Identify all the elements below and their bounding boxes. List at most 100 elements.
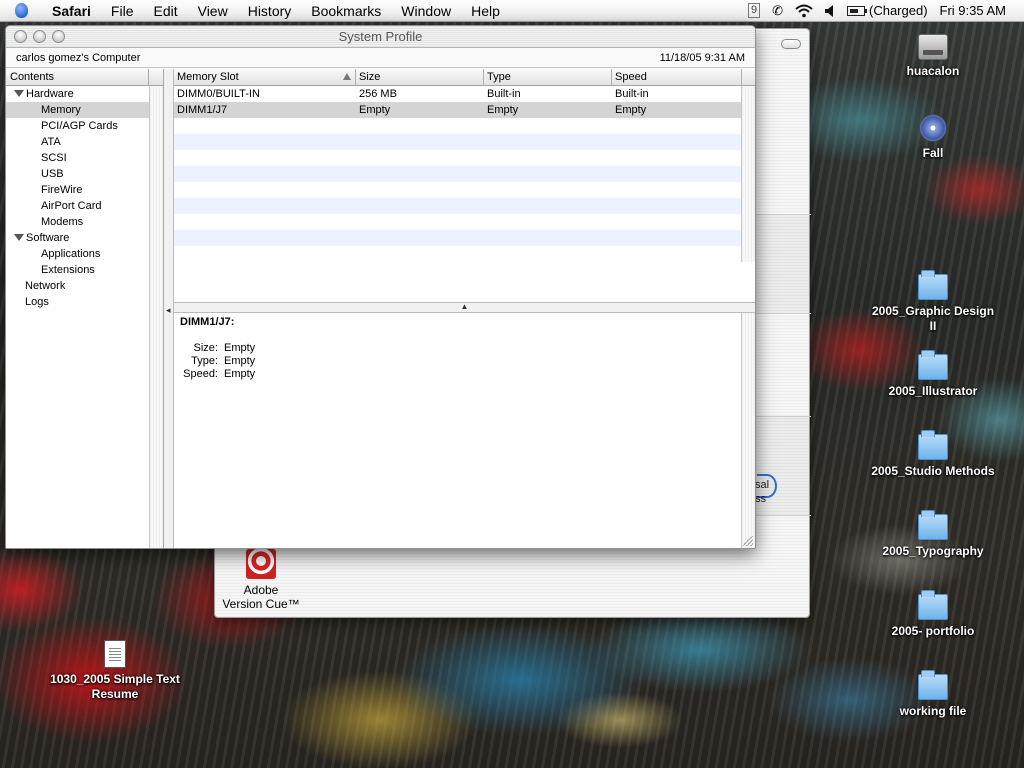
column-header-spacer bbox=[742, 69, 755, 86]
tree-item-scsi[interactable]: SCSI bbox=[6, 150, 149, 166]
table-cell bbox=[484, 134, 612, 150]
detail-field-value: Empty bbox=[224, 342, 256, 354]
wifi-icon[interactable] bbox=[795, 4, 813, 18]
tree-item-extensions[interactable]: Extensions bbox=[6, 262, 149, 278]
computer-name: carlos gomez's Computer bbox=[16, 51, 141, 64]
adobe-version-cue-item[interactable]: Adobe Version Cue™ bbox=[215, 549, 307, 611]
tree-item-airport-card[interactable]: AirPort Card bbox=[6, 198, 149, 214]
contents-header[interactable]: Contents bbox=[6, 69, 163, 86]
tree-item-ata[interactable]: ATA bbox=[6, 134, 149, 150]
tree-item-logs[interactable]: Logs bbox=[6, 294, 149, 310]
tree-item-label: PCI/AGP Cards bbox=[41, 120, 118, 132]
zoom-button[interactable] bbox=[52, 30, 65, 43]
window-controls bbox=[14, 30, 65, 43]
menu-file[interactable]: File bbox=[101, 3, 144, 19]
table-cell: Empty bbox=[359, 104, 391, 116]
menu-window[interactable]: Window bbox=[391, 3, 461, 19]
horizontal-splitter[interactable]: ▲ bbox=[174, 302, 755, 313]
content-panes: Contents Hardware Memory PCI/AGP Cards ATA S… bbox=[6, 69, 755, 548]
desktop-icon-label: Fall bbox=[922, 146, 944, 160]
version-cue-icon bbox=[246, 549, 276, 579]
table-cell bbox=[612, 182, 741, 198]
table-row[interactable]: DIMM0/BUILT-IN 256 MB Built-in Built-in bbox=[174, 86, 741, 102]
disclosure-triangle-icon[interactable] bbox=[14, 90, 24, 97]
table-cell bbox=[484, 198, 612, 214]
table-cell bbox=[484, 166, 612, 182]
tree-item-label: Memory bbox=[41, 104, 81, 116]
desktop-icon-2005-illustrator[interactable]: 2005_Illustrator bbox=[868, 350, 998, 399]
hard-drive-icon bbox=[918, 34, 948, 60]
tree-item-usb[interactable]: USB bbox=[6, 166, 149, 182]
empty-table-row bbox=[174, 214, 741, 230]
table-cell: 256 MB bbox=[359, 88, 397, 100]
tree-item-label: ATA bbox=[41, 136, 61, 148]
column-header-memory-slot[interactable]: Memory Slot bbox=[174, 69, 356, 86]
menu-bookmarks[interactable]: Bookmarks bbox=[301, 3, 391, 19]
toolbar-toggle-button[interactable] bbox=[781, 39, 801, 49]
menu-history[interactable]: History bbox=[238, 3, 302, 19]
tree-item-pci-agp-cards[interactable]: PCI/AGP Cards bbox=[6, 118, 149, 134]
tree-scrollbar[interactable] bbox=[149, 86, 163, 548]
desktop-icon-fall[interactable]: Fall bbox=[868, 114, 998, 161]
desktop-icon-label: 2005_Graphic Design II bbox=[871, 304, 995, 333]
menu-view[interactable]: View bbox=[188, 3, 238, 19]
minimize-button[interactable] bbox=[33, 30, 46, 43]
tree-item-hardware[interactable]: Hardware bbox=[6, 86, 149, 102]
table-cell bbox=[174, 166, 356, 182]
resize-grip-icon[interactable] bbox=[743, 536, 753, 546]
partial-app-icon[interactable]: sal ss bbox=[755, 449, 811, 529]
table-scrollbar[interactable] bbox=[741, 86, 755, 262]
column-header-type[interactable]: Type bbox=[484, 69, 612, 86]
menu-extra-badge[interactable]: 9 bbox=[747, 3, 761, 18]
tree-item-firewire[interactable]: FireWire bbox=[6, 182, 149, 198]
close-button[interactable] bbox=[14, 30, 27, 43]
desktop-icon-2005-typography[interactable]: 2005_Typography bbox=[868, 510, 998, 559]
tree-item-applications[interactable]: Applications bbox=[6, 246, 149, 262]
sort-ascending-icon bbox=[343, 73, 351, 80]
desktop-icon-2005-graphic-design-ii[interactable]: 2005_Graphic Design II bbox=[868, 270, 998, 334]
empty-table-row bbox=[174, 134, 741, 150]
background-band bbox=[755, 214, 811, 314]
detail-field-value: Empty bbox=[224, 355, 256, 367]
column-header-speed[interactable]: Speed bbox=[612, 69, 742, 86]
vertical-splitter[interactable]: ◂ bbox=[164, 69, 174, 548]
empty-table-row bbox=[174, 182, 741, 198]
table-row[interactable]: DIMM1/J7 Empty Empty Empty bbox=[174, 102, 741, 118]
tree-item-modems[interactable]: Modems bbox=[6, 214, 149, 230]
tree-item-label: Applications bbox=[41, 248, 101, 260]
tree-item-label: Hardware bbox=[26, 88, 74, 100]
menu-edit[interactable]: Edit bbox=[143, 3, 187, 19]
tree-item-label: FireWire bbox=[41, 184, 83, 196]
tree-item-memory[interactable]: Memory bbox=[6, 102, 149, 118]
tree-item-network[interactable]: Network bbox=[6, 278, 149, 294]
window-titlebar[interactable]: System Profile bbox=[6, 26, 755, 48]
table-cell bbox=[484, 214, 612, 230]
table-cell bbox=[174, 134, 356, 150]
desktop-icon-label: 2005_Illustrator bbox=[888, 384, 978, 398]
column-header-size[interactable]: Size bbox=[356, 69, 484, 86]
desktop-icon-working-file[interactable]: working file bbox=[868, 670, 998, 719]
table-cell bbox=[612, 198, 741, 214]
phone-icon[interactable]: ✆ bbox=[772, 3, 783, 19]
desktop-icon-2005-portfolio[interactable]: 2005- portfolio bbox=[868, 590, 998, 639]
table-cell: Empty bbox=[615, 104, 647, 116]
table-cell bbox=[484, 182, 612, 198]
battery-status[interactable]: (Charged) bbox=[847, 3, 928, 18]
table-header: Memory Slot Size Type Speed bbox=[174, 69, 755, 86]
volume-icon[interactable] bbox=[825, 4, 835, 17]
desktop-icon-1030-2005-simple-text-resume[interactable]: 1030_2005 Simple Text Resume bbox=[50, 640, 180, 702]
detail-field-key: Size: bbox=[193, 342, 218, 354]
battery-icon bbox=[847, 5, 867, 16]
tree-item-label: Modems bbox=[41, 216, 84, 228]
menu-clock[interactable]: Fri 9:35 AM bbox=[940, 3, 1006, 18]
tree-item-label: Extensions bbox=[41, 264, 95, 276]
menu-safari[interactable]: Safari bbox=[42, 3, 101, 19]
desktop-icon-label: 2005_Studio Methods bbox=[871, 464, 995, 478]
disclosure-triangle-icon[interactable] bbox=[14, 234, 24, 241]
desktop-icon-huacalon[interactable]: huacalon bbox=[868, 34, 998, 79]
tree-item-software[interactable]: Software bbox=[6, 230, 149, 246]
apple-menu-icon[interactable] bbox=[0, 1, 42, 20]
desktop-icon-2005-studio-methods[interactable]: 2005_Studio Methods bbox=[868, 430, 998, 479]
detail-scrollbar[interactable] bbox=[741, 313, 755, 548]
menu-help[interactable]: Help bbox=[461, 3, 510, 19]
